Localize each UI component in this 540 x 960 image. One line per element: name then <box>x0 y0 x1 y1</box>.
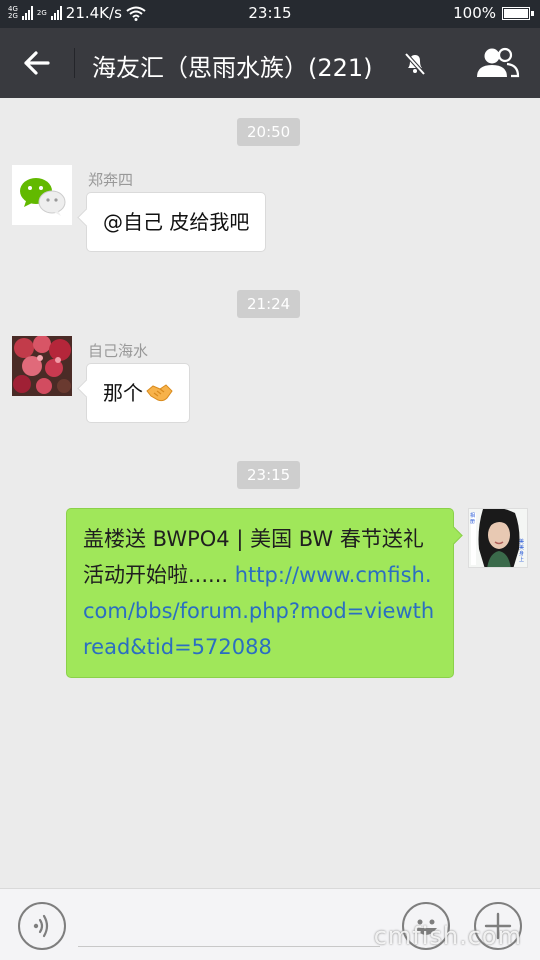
avatar[interactable] <box>12 165 72 225</box>
watermark: cmfish.com <box>373 922 522 950</box>
message-text: @自己 皮给我吧 <box>103 210 250 234</box>
battery-icon <box>502 6 534 20</box>
voice-icon <box>33 914 49 938</box>
voice-button[interactable] <box>18 902 66 950</box>
chat-title: 海友汇（思雨水族）(221) <box>92 54 373 82</box>
status-bar: 4G 2G 2G 21.4K/s 23:15 100% <box>0 0 540 28</box>
title-divider <box>74 48 75 78</box>
sender-name: 自己海水 <box>88 342 149 360</box>
flowers-photo <box>12 336 72 396</box>
wechat-logo-icon <box>20 178 66 216</box>
avatar[interactable] <box>12 336 72 396</box>
timestamp: 21:24 <box>237 290 301 318</box>
chat-area[interactable]: 20:50 郑奔四 @自己 皮给我吧 21:24 自己海水 那个 23:15 盖… <box>0 98 540 888</box>
status-right: 100% <box>453 4 534 22</box>
handshake-emoji-icon <box>146 384 173 402</box>
avatar-text-left: 相册 <box>470 513 476 525</box>
timestamp: 23:15 <box>237 461 301 489</box>
message-bubble[interactable]: @自己 皮给我吧 <box>86 192 267 252</box>
message-text: 那个 <box>103 381 143 405</box>
title-bar: 海友汇（思雨水族）(221) <box>0 28 540 98</box>
my-avatar[interactable]: 相册 美美身上 <box>468 508 528 568</box>
sender-name: 郑奔四 <box>88 171 134 189</box>
message-bubble[interactable]: 那个 <box>86 363 190 423</box>
mute-bell-icon <box>404 52 426 76</box>
input-bar: cmfish.com <box>0 888 540 960</box>
group-members-icon[interactable] <box>474 46 520 80</box>
outgoing-message-bubble[interactable]: 盖楼送 BWPO4 | 美国 BW 春节送礼活动开始啦...... http:/… <box>66 508 454 678</box>
battery-percent: 100% <box>453 4 496 22</box>
avatar-text-right: 美美身上 <box>519 539 525 563</box>
back-arrow-icon[interactable] <box>20 46 54 80</box>
timestamp: 20:50 <box>237 118 301 146</box>
text-input[interactable] <box>78 946 380 947</box>
battery-fill <box>504 8 528 18</box>
